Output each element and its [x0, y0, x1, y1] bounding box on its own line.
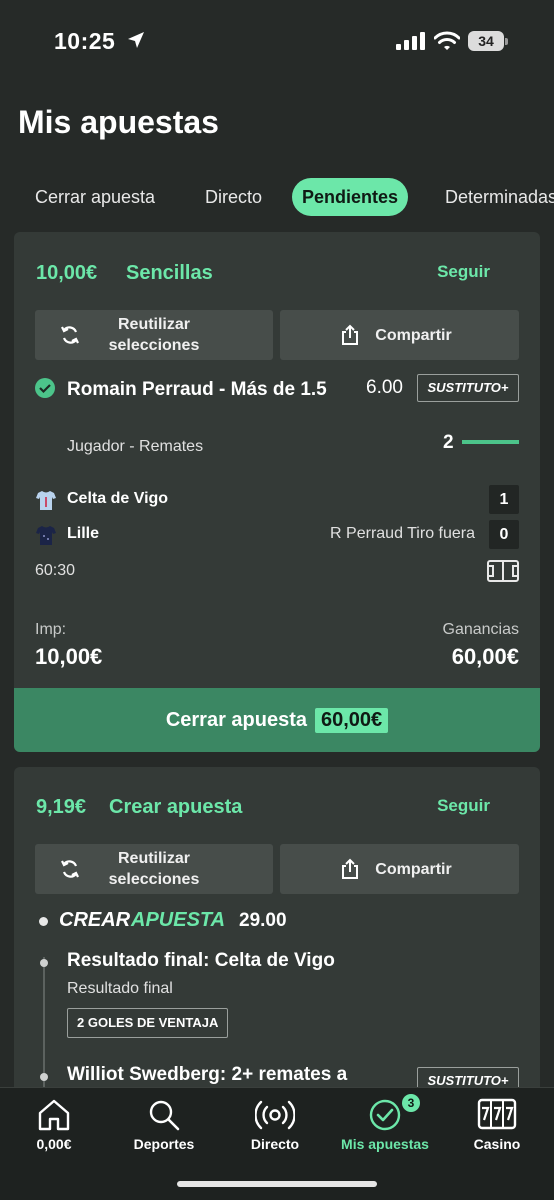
share-label: Compartir [375, 326, 452, 344]
bet-tabs: Cerrar apuesta Directo Pendientes Determ… [18, 178, 554, 216]
page-title: Mis apuestas [18, 104, 219, 140]
bet-builder-title-crear: CREAR [59, 909, 131, 931]
follow-button[interactable]: Seguir [437, 796, 490, 816]
share-label: Compartir [375, 860, 452, 878]
selection-name: Williot Swedberg: 2+ remates a [67, 1064, 348, 1085]
nav-sports-label: Deportes [133, 1136, 195, 1152]
celta-shirt-icon [36, 491, 56, 510]
nav-live[interactable]: Directo [215, 1088, 335, 1168]
nav-casino[interactable]: Casino [437, 1088, 554, 1168]
winnings-label: Ganancias [442, 621, 520, 638]
bet-type: Crear apuesta [109, 796, 243, 818]
progress-fill [462, 440, 519, 444]
reuse-icon [61, 326, 79, 344]
home-team-score: 1 [489, 485, 519, 514]
cellular-signal-icon [396, 32, 425, 50]
selection-market: Resultado final [67, 980, 173, 997]
reuse-label-2: selecciones [108, 871, 200, 888]
bet-builder-odds: 29.00 [239, 910, 287, 931]
nav-my-bets[interactable]: Mis apuestas [325, 1088, 445, 1168]
bet-builder-title-apuesta: APUESTA [131, 909, 226, 931]
progress-value: 2 [443, 432, 454, 453]
nav-balance-label: 0,00€ [36, 1136, 72, 1152]
reuse-label-1: Reutilizar [117, 850, 190, 867]
bet-card-bet-builder: 9,19€ Crear apuesta Seguir Reutilizar se… [14, 767, 540, 1097]
bet-type: Sencillas [126, 262, 213, 284]
search-icon [149, 1100, 180, 1131]
away-team-name: Lille [67, 525, 100, 542]
battery-level: 34 [468, 31, 504, 51]
stake-label: Imp: [35, 621, 67, 638]
selection-odds: 6.00 [366, 377, 403, 398]
nav-my-bets-label: Mis apuestas [341, 1136, 429, 1152]
home-icon [38, 1099, 70, 1131]
reuse-label-1: Reutilizar [117, 316, 190, 333]
share-icon [342, 858, 358, 879]
follow-button[interactable]: Seguir [437, 262, 490, 282]
bet-card-single: 10,00€ Sencillas Seguir Reutilizar selec… [14, 232, 540, 752]
tab-determinadas[interactable]: Determinadas [445, 178, 554, 216]
home-team-row: Celta de Vigo 1 [35, 485, 519, 514]
nav-balance[interactable]: 0,00€ [0, 1088, 114, 1168]
location-arrow-icon [128, 32, 144, 48]
pitch-tracker-icon[interactable] [487, 560, 519, 582]
timeline-dot [39, 917, 48, 926]
tab-cerrar-apuesta[interactable]: Cerrar apuesta [35, 178, 155, 216]
status-bar: 10:25 34 [0, 0, 554, 80]
share-button[interactable]: Compartir [280, 844, 519, 894]
cashout-label: Cerrar apuesta [165, 708, 307, 731]
reuse-selections-button[interactable]: Reutilizar selecciones [35, 844, 273, 894]
nav-live-label: Directo [250, 1136, 300, 1152]
slot-machine-icon [477, 1098, 517, 1130]
share-icon [342, 324, 358, 345]
selection-won-check-icon [35, 378, 55, 398]
cashout-amount: 60,00€ [315, 707, 389, 733]
wifi-icon [434, 31, 460, 50]
live-event-text: R Perraud Tiro fuera [330, 525, 475, 542]
away-team-score: 0 [489, 520, 519, 549]
timeline-dot [40, 959, 48, 967]
reuse-label-2: selecciones [108, 337, 200, 354]
timeline-dot [40, 1073, 48, 1081]
bet-stake: 9,19€ [36, 796, 87, 818]
selection-name: Romain Perraud - Más de 1.5 [67, 379, 327, 400]
nav-sports[interactable]: Deportes [104, 1088, 224, 1168]
tab-directo[interactable]: Directo [205, 178, 262, 216]
goal-margin-pill: 2 GOLES DE VENTAJA [67, 1008, 229, 1038]
home-indicator [177, 1181, 377, 1187]
nav-casino-label: Casino [473, 1136, 521, 1152]
match-clock: 60:30 [35, 562, 76, 579]
reuse-icon [61, 860, 79, 878]
status-time: 10:25 [54, 28, 116, 54]
home-team-name: Celta de Vigo [67, 490, 169, 507]
share-button[interactable]: Compartir [280, 310, 519, 360]
selection-market: Jugador - Remates [67, 438, 204, 455]
my-bets-count-badge: 3 [402, 1094, 420, 1112]
cashout-button[interactable]: Cerrar apuesta 60,00€ [14, 688, 540, 752]
lille-shirt-icon [36, 526, 56, 545]
check-circle-icon [369, 1099, 401, 1131]
bet-stake: 10,00€ [36, 262, 98, 284]
progress-bar [462, 440, 519, 444]
selection-name: Resultado final: Celta de Vigo [67, 950, 335, 971]
winnings-value: 60,00€ [451, 644, 519, 669]
tab-pendientes[interactable]: Pendientes [292, 178, 409, 216]
away-team-row: Lille R Perraud Tiro fuera 0 [35, 520, 519, 549]
live-broadcast-icon [255, 1100, 295, 1130]
substitute-badge[interactable]: SUSTITUTO+ [417, 374, 519, 402]
stake-value: 10,00€ [35, 644, 103, 669]
battery-icon: 34 [468, 31, 508, 51]
reuse-selections-button[interactable]: Reutilizar selecciones [35, 310, 273, 360]
